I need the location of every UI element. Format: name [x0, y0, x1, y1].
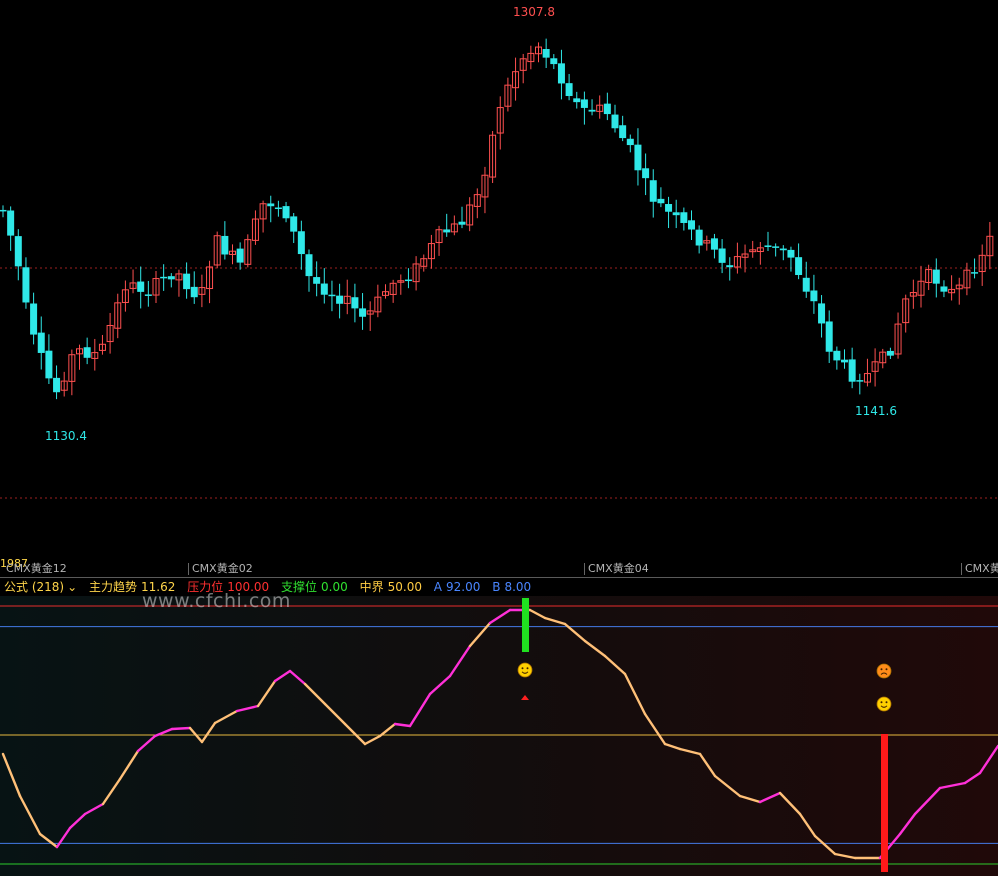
low-price-label-right: 1141.6 [855, 404, 897, 418]
candlestick-chart[interactable]: 1307.8 1130.4 1141.6 [0, 0, 998, 560]
formula-selector[interactable]: 公式 (218) ⌄ [4, 580, 77, 594]
trend-line-segment [170, 726, 192, 731]
smiley-icon-bottom [876, 696, 892, 712]
b-label: B [492, 580, 501, 594]
time-label-contract-3: CMX黄金04 [584, 563, 649, 575]
chevron-down-icon: ⌄ [67, 580, 78, 594]
mid-value: 50.00 [387, 580, 422, 594]
a-label: A [433, 580, 443, 594]
high-price-label: 1307.8 [513, 5, 555, 19]
a-value: 92.00 [446, 580, 481, 594]
time-label-contract-1: CMX黄金12 [6, 562, 67, 575]
support-value: 0.00 [321, 580, 348, 594]
indicator-chart[interactable] [0, 596, 998, 876]
buy-signal-bar [881, 734, 888, 872]
formula-label: 公式 (218) [4, 580, 65, 594]
low-price-label-left: 1130.4 [45, 429, 87, 443]
smiley-icon-top [517, 662, 533, 678]
frown-icon [876, 663, 892, 679]
chart-background [0, 0, 998, 560]
time-axis: CMX黄金12 CMX黄金02 CMX黄金04 CMX黄金 [0, 560, 998, 578]
sell-signal-bar [522, 598, 529, 652]
watermark: www.cfchi.com [142, 590, 291, 612]
time-label-contract-4: CMX黄金 [961, 563, 998, 575]
mid-label: 中界 [359, 580, 384, 594]
indicator-background [0, 596, 998, 876]
time-label-contract-2: CMX黄金02 [188, 563, 253, 575]
trend-label: 主力趋势 [88, 580, 137, 594]
b-value: 8.00 [504, 580, 532, 594]
